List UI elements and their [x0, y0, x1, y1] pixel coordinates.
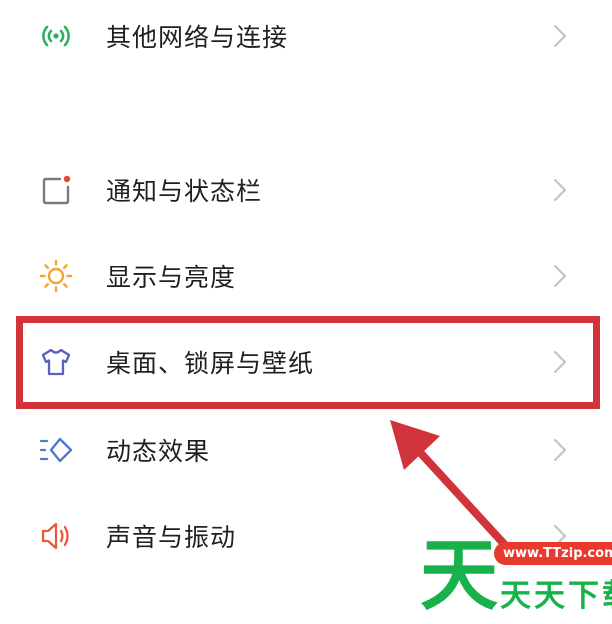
settings-item-other-connections[interactable]: 其他网络与连接 — [0, 0, 612, 76]
site-watermark: 天 www.TTzip.com 天天下载 — [420, 530, 612, 622]
motion-icon — [38, 432, 74, 468]
watermark-name: 天天下载 — [500, 578, 612, 614]
settings-item-notifications[interactable]: 通知与状态栏 — [0, 150, 612, 230]
watermark-url: www.TTzip.com — [494, 542, 612, 565]
chevron-right-icon — [550, 176, 570, 204]
chevron-right-icon — [550, 262, 570, 290]
settings-item-label: 声音与振动 — [106, 523, 237, 552]
notification-icon — [38, 172, 74, 208]
settings-item-label: 通知与状态栏 — [106, 177, 263, 206]
settings-screen: 其他网络与连接 通知与状态栏 显示与亮度 桌面、锁屏与壁纸 动态效果 声音与振动… — [0, 0, 612, 624]
chevron-right-icon — [550, 22, 570, 50]
watermark-logo-char: 天 — [420, 531, 499, 621]
settings-item-label: 其他网络与连接 — [106, 23, 289, 52]
highlight-box — [16, 316, 600, 409]
sun-icon — [38, 258, 74, 294]
settings-item-label: 显示与亮度 — [106, 263, 237, 292]
chevron-right-icon — [550, 436, 570, 464]
connection-icon — [38, 18, 74, 54]
settings-item-label: 动态效果 — [106, 437, 211, 466]
speaker-icon — [38, 518, 74, 554]
settings-item-motion[interactable]: 动态效果 — [0, 410, 612, 490]
settings-item-display[interactable]: 显示与亮度 — [0, 236, 612, 316]
